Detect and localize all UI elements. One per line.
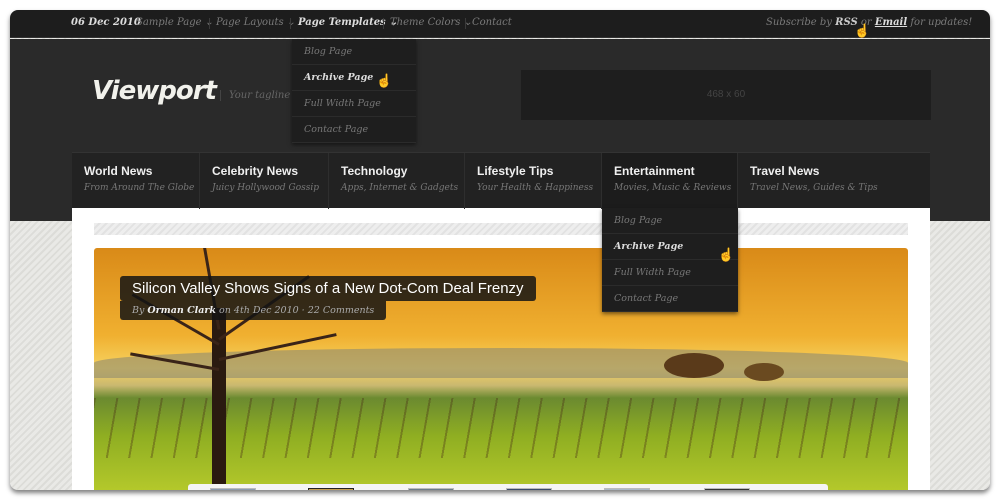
author-link[interactable]: Orman Clark — [147, 305, 216, 316]
hand-cursor-icon: ☝ — [376, 74, 393, 89]
top-bar: 06 Dec 2010 Sample Page ⌄ Page Layouts ⌄… — [10, 10, 990, 38]
menu-theme-colors[interactable]: Theme Colors ⌄ — [390, 17, 472, 28]
comments-link[interactable]: 22 Comments — [308, 305, 375, 316]
thumbnail[interactable] — [308, 488, 354, 490]
nav-celebrity-news[interactable]: Celebrity News Juicy Hollywood Gossip — [200, 153, 329, 209]
featured-title[interactable]: Silicon Valley Shows Signs of a New Dot-… — [120, 276, 536, 301]
date: 06 Dec 2010 — [71, 17, 141, 28]
divider-stripe — [94, 223, 908, 235]
nav-entertainment[interactable]: Entertainment Movies, Music & Reviews — [602, 153, 738, 209]
thumbnail[interactable] — [408, 488, 454, 490]
thumbnail[interactable] — [210, 488, 256, 490]
ad-banner[interactable]: 468 x 60 — [521, 70, 931, 120]
dropdown-item-blog[interactable]: Blog Page — [292, 39, 416, 65]
nav-technology[interactable]: Technology Apps, Internet & Gadgets — [329, 153, 465, 209]
menu-sample-page[interactable]: Sample Page ⌄ — [136, 17, 213, 28]
featured-meta: By Orman Clark on 4th Dec 2010 · 22 Comm… — [120, 301, 387, 320]
page-templates-dropdown: Blog Page Archive Page Full Width Page C… — [292, 39, 416, 143]
hand-cursor-icon: ☝ — [854, 24, 871, 39]
nav-lifestyle-tips[interactable]: Lifestyle Tips Your Health & Happiness — [465, 153, 602, 209]
menu-contact[interactable]: Contact — [472, 17, 512, 28]
email-link[interactable]: Email — [875, 17, 907, 28]
dropdown-item-full-width[interactable]: Full Width Page — [602, 260, 738, 286]
dropdown-item-blog[interactable]: Blog Page — [602, 208, 738, 234]
main-nav: World News From Around The Globe Celebrit… — [72, 152, 930, 209]
nav-travel-news[interactable]: Travel News Travel News, Guides & Tips — [738, 153, 930, 209]
thumbnail[interactable] — [506, 488, 552, 490]
nav-world-news[interactable]: World News From Around The Globe — [72, 153, 200, 209]
dropdown-item-contact[interactable]: Contact Page — [602, 286, 738, 312]
dropdown-item-archive[interactable]: Archive Page — [292, 65, 416, 91]
thumbnail[interactable] — [704, 488, 750, 490]
browser-window: 06 Dec 2010 Sample Page ⌄ Page Layouts ⌄… — [10, 10, 990, 490]
menu-page-layouts[interactable]: Page Layouts ⌄ — [216, 17, 295, 28]
thumbnail-strip — [188, 484, 828, 490]
site-logo[interactable]: Viewport — [92, 76, 217, 106]
dropdown-item-full-width[interactable]: Full Width Page — [292, 91, 416, 117]
thumbnail[interactable] — [604, 488, 650, 490]
dropdown-item-contact[interactable]: Contact Page — [292, 117, 416, 143]
hand-cursor-icon: ☝ — [718, 248, 735, 263]
